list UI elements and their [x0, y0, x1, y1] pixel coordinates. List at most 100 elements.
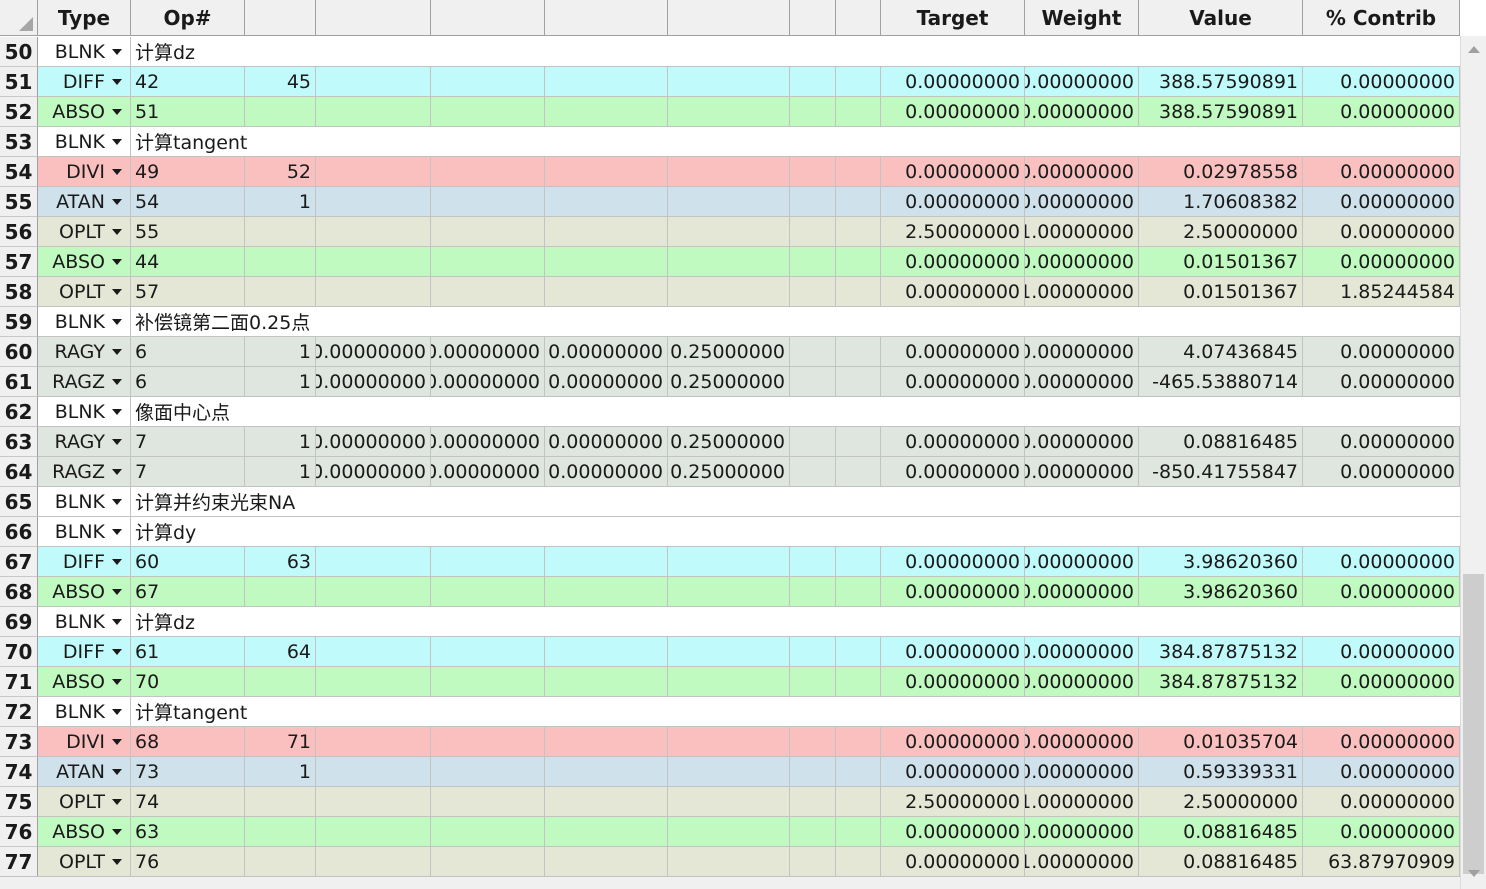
- row-number[interactable]: 51: [0, 67, 38, 97]
- cell-c6[interactable]: [668, 817, 790, 847]
- row-number[interactable]: 73: [0, 727, 38, 757]
- operand-type-dropdown[interactable]: ABSO: [38, 577, 131, 607]
- column-header-col6[interactable]: [668, 0, 790, 36]
- cell-c8[interactable]: [836, 727, 881, 757]
- operand-type-dropdown[interactable]: BLNK: [38, 37, 131, 67]
- dropdown-arrow-icon[interactable]: [112, 768, 122, 775]
- operand-type-dropdown[interactable]: ABSO: [38, 817, 131, 847]
- cell-c5[interactable]: [545, 67, 668, 97]
- cell-c2[interactable]: 1: [245, 187, 316, 217]
- column-header-col4[interactable]: [431, 0, 545, 36]
- column-header-target[interactable]: Target: [881, 0, 1025, 36]
- cell-c5[interactable]: [545, 847, 668, 877]
- dropdown-arrow-icon[interactable]: [112, 558, 122, 565]
- cell-c1[interactable]: 70: [131, 667, 245, 697]
- cell-weight[interactable]: 0.00000000: [1025, 367, 1139, 397]
- cell-target[interactable]: 0.00000000: [881, 157, 1025, 187]
- cell-c5[interactable]: 0.00000000: [545, 457, 668, 487]
- cell-target[interactable]: 0.00000000: [881, 577, 1025, 607]
- cell-weight[interactable]: 0.00000000: [1025, 187, 1139, 217]
- row-number[interactable]: 76: [0, 817, 38, 847]
- dropdown-arrow-icon[interactable]: [112, 198, 122, 205]
- cell-c1[interactable]: 63: [131, 817, 245, 847]
- cell-value[interactable]: 2.50000000: [1139, 787, 1303, 817]
- row-number[interactable]: 68: [0, 577, 38, 607]
- cell-target[interactable]: 0.00000000: [881, 427, 1025, 457]
- cell-c3[interactable]: [316, 637, 431, 667]
- cell-c8[interactable]: [836, 97, 881, 127]
- row-number[interactable]: 59: [0, 307, 38, 337]
- dropdown-arrow-icon[interactable]: [112, 408, 122, 415]
- comment-cell[interactable]: 计算dz: [131, 37, 1460, 67]
- cell-c4[interactable]: [431, 667, 545, 697]
- cell-value[interactable]: 384.87875132: [1139, 667, 1303, 697]
- column-header-col8[interactable]: [836, 0, 881, 36]
- row-number[interactable]: 71: [0, 667, 38, 697]
- scroll-down-arrow-icon[interactable]: [1468, 870, 1480, 877]
- cell-c4[interactable]: [431, 637, 545, 667]
- cell-c8[interactable]: [836, 367, 881, 397]
- dropdown-arrow-icon[interactable]: [112, 348, 122, 355]
- cell-c2[interactable]: 1: [245, 457, 316, 487]
- cell-c6[interactable]: [668, 637, 790, 667]
- dropdown-arrow-icon[interactable]: [112, 528, 122, 535]
- cell-c4[interactable]: [431, 157, 545, 187]
- cell-c8[interactable]: [836, 757, 881, 787]
- operand-type-dropdown[interactable]: BLNK: [38, 607, 131, 637]
- cell-weight[interactable]: 0.00000000: [1025, 157, 1139, 187]
- cell-c6[interactable]: [668, 187, 790, 217]
- dropdown-arrow-icon[interactable]: [112, 288, 122, 295]
- cell-c8[interactable]: [836, 547, 881, 577]
- operand-type-dropdown[interactable]: ATAN: [38, 757, 131, 787]
- row-number[interactable]: 57: [0, 247, 38, 277]
- cell-c7[interactable]: [790, 667, 836, 697]
- cell-target[interactable]: 0.00000000: [881, 337, 1025, 367]
- cell-c7[interactable]: [790, 97, 836, 127]
- column-header-col5[interactable]: [545, 0, 668, 36]
- cell-c6[interactable]: [668, 847, 790, 877]
- operand-type-dropdown[interactable]: OPLT: [38, 277, 131, 307]
- cell-c4[interactable]: 0.00000000: [431, 367, 545, 397]
- cell-weight[interactable]: 0.00000000: [1025, 817, 1139, 847]
- cell-c1[interactable]: 49: [131, 157, 245, 187]
- operand-type-dropdown[interactable]: OPLT: [38, 787, 131, 817]
- cell-c6[interactable]: [668, 547, 790, 577]
- cell-c6[interactable]: [668, 67, 790, 97]
- dropdown-arrow-icon[interactable]: [112, 378, 122, 385]
- cell-weight[interactable]: 0.00000000: [1025, 67, 1139, 97]
- operand-type-dropdown[interactable]: ABSO: [38, 97, 131, 127]
- cell-value[interactable]: 388.57590891: [1139, 67, 1303, 97]
- column-header-value[interactable]: Value: [1139, 0, 1303, 36]
- cell-c5[interactable]: [545, 637, 668, 667]
- cell-c3[interactable]: [316, 187, 431, 217]
- cell-c4[interactable]: [431, 277, 545, 307]
- cell-weight[interactable]: 0.00000000: [1025, 547, 1139, 577]
- cell-c3[interactable]: [316, 787, 431, 817]
- dropdown-arrow-icon[interactable]: [112, 318, 122, 325]
- cell-c4[interactable]: [431, 217, 545, 247]
- cell-c3[interactable]: [316, 547, 431, 577]
- cell-weight[interactable]: 0.00000000: [1025, 757, 1139, 787]
- cell-weight[interactable]: 0.00000000: [1025, 577, 1139, 607]
- cell-c8[interactable]: [836, 667, 881, 697]
- cell-c6[interactable]: [668, 247, 790, 277]
- cell-c7[interactable]: [790, 547, 836, 577]
- comment-cell[interactable]: 计算并约束光束NA: [131, 487, 1460, 517]
- cell-contrib[interactable]: 0.00000000: [1303, 337, 1460, 367]
- operand-type-dropdown[interactable]: ABSO: [38, 247, 131, 277]
- select-all-corner[interactable]: [0, 0, 38, 36]
- cell-c7[interactable]: [790, 727, 836, 757]
- dropdown-arrow-icon[interactable]: [112, 108, 122, 115]
- cell-c2[interactable]: [245, 847, 316, 877]
- cell-c8[interactable]: [836, 217, 881, 247]
- cell-weight[interactable]: 1.00000000: [1025, 847, 1139, 877]
- cell-c7[interactable]: [790, 247, 836, 277]
- operand-type-dropdown[interactable]: DIFF: [38, 67, 131, 97]
- comment-cell[interactable]: 计算dy: [131, 517, 1460, 547]
- cell-c2[interactable]: [245, 247, 316, 277]
- dropdown-arrow-icon[interactable]: [112, 708, 122, 715]
- cell-value[interactable]: 4.07436845: [1139, 337, 1303, 367]
- operand-type-dropdown[interactable]: BLNK: [38, 517, 131, 547]
- cell-c1[interactable]: 51: [131, 97, 245, 127]
- cell-c6[interactable]: [668, 757, 790, 787]
